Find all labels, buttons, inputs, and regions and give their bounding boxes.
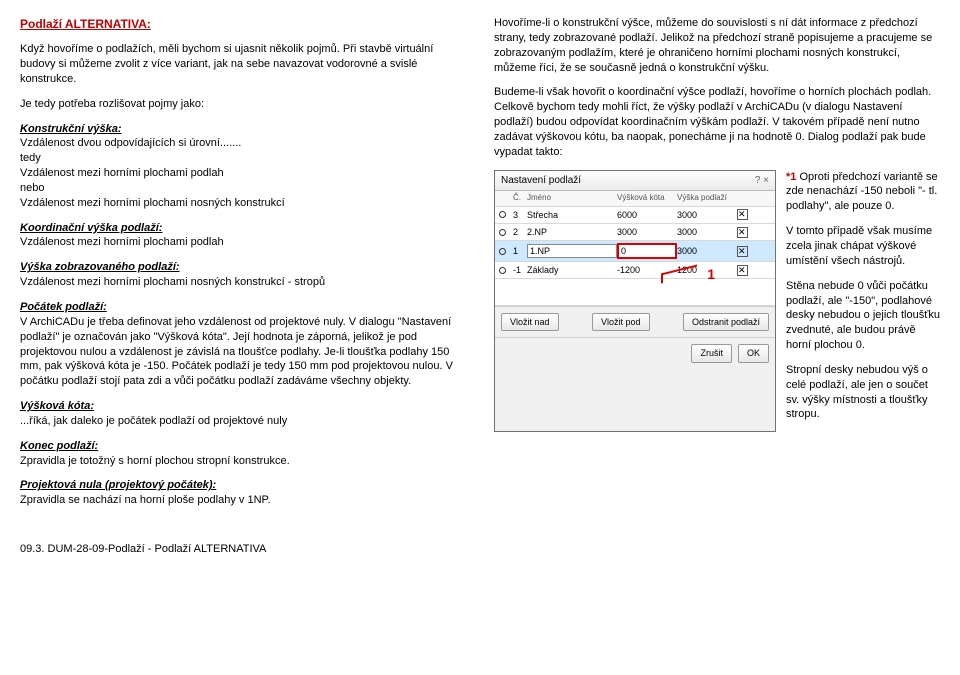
dialog-title-text: Nastavení podlaží [501, 174, 581, 188]
star-ref: *1 [786, 171, 796, 183]
term-heading: Projektová nula (projektový počátek): [20, 479, 216, 491]
text: Vzdálenost dvou odpovídajících si úrovní… [20, 137, 241, 149]
term-heading: Výška zobrazovaného podlaží: [20, 261, 180, 273]
para: Koordinační výška podlaží: Vzdálenost me… [20, 221, 470, 251]
para: Výšková kóta: ...říká, jak daleko je poč… [20, 399, 470, 429]
para: Výška zobrazovaného podlaží: Vzdálenost … [20, 260, 470, 290]
dialog-nastaveni-podlazi: Nastavení podlaží ? × Č. Jméno Výšková k… [494, 170, 776, 433]
cell-num: 2 [513, 226, 527, 238]
term-heading: Výšková kóta: [20, 400, 94, 412]
side-text-block: *1 Oproti předchozí variantě se zde nena… [786, 170, 940, 433]
text: Vzdálenost mezi horními plochami nosných… [20, 197, 285, 209]
close-icon[interactable]: × [763, 175, 769, 186]
para: Stěna nebude 0 vůči počátku podlaží, ale… [786, 279, 940, 353]
table-row[interactable]: 2 2.NP 3000 3000 [495, 224, 775, 241]
delete-floor-button[interactable]: Odstranit podlaží [683, 313, 769, 331]
cell-num: 3 [513, 209, 527, 221]
cell-kota-input-highlighted[interactable]: 0 [617, 243, 677, 259]
cell-kota: 6000 [617, 209, 677, 221]
text: Vzdálenost mezi horními plochami podlah [20, 167, 224, 179]
text: Vzdálenost mezi horními plochami podlah [20, 236, 224, 248]
cell-name: 2.NP [527, 226, 617, 238]
help-icon[interactable]: ? [755, 175, 761, 186]
text: Zpravidla je totožný s horní plochou str… [20, 455, 290, 467]
table-row[interactable]: 3 Střecha 6000 3000 [495, 207, 775, 224]
text: Vzdálenost mezi horními plochami nosných… [20, 276, 325, 288]
text: ...říká, jak daleko je počátek podlaží o… [20, 415, 287, 427]
cell-num: -1 [513, 264, 527, 276]
para: Stropní desky nebudou výš o celé podlaží… [786, 363, 940, 422]
col-num: Č. [513, 193, 527, 204]
footer-text: 09.3. DUM-28-09-Podlaží - Podlaží ALTERN… [20, 542, 940, 557]
term-heading: Konec podlaží: [20, 440, 98, 452]
para: Projektová nula (projektový počátek): Zp… [20, 478, 470, 508]
row-marker-icon [499, 229, 506, 236]
para: Když hovoříme o podlažích, měli bychom s… [20, 42, 470, 87]
checkbox-icon[interactable] [737, 265, 748, 276]
text: nebo [20, 182, 44, 194]
text: tedy [20, 152, 41, 164]
para: *1 Oproti předchozí variantě se zde nena… [786, 170, 940, 215]
para: Je tedy potřeba rozlišovat pojmy jako: [20, 97, 470, 112]
para: Konec podlaží: Zpravidla je totožný s ho… [20, 439, 470, 469]
cell-name-input[interactable]: 1.NP [527, 244, 617, 258]
col-kota: Výšková kóta [617, 193, 677, 204]
row-marker-icon [499, 248, 506, 255]
dialog-button-row-bottom: Zrušit OK [495, 337, 775, 368]
cell-vyska: 3000 [677, 245, 737, 257]
term-heading: Počátek podlaží: [20, 301, 107, 313]
right-column: Hovoříme-li o konstrukční výšce, můžeme … [494, 16, 940, 518]
text: V ArchiCADu je třeba definovat jeho vzdá… [20, 316, 453, 387]
insert-below-button[interactable]: Vložit pod [592, 313, 650, 331]
dialog-titlebar: Nastavení podlaží ? × [495, 171, 775, 192]
table-row[interactable]: -1 Základy -1200 1200 [495, 262, 775, 279]
left-column: Podlaží ALTERNATIVA: Když hovoříme o pod… [20, 16, 470, 518]
para: Budeme-li však hovořit o koordinační výš… [494, 85, 940, 159]
table-row-selected[interactable]: 1 1.NP 0 3000 [495, 241, 775, 262]
para: Počátek podlaží: V ArchiCADu je třeba de… [20, 300, 470, 389]
dialog-button-row: Vložit nad Vložit pod Odstranit podlaží [495, 306, 775, 337]
term-heading: Koordinační výška podlaží: [20, 222, 162, 234]
col-vyska: Výška podlaží [677, 193, 737, 204]
cell-name: Střecha [527, 209, 617, 221]
para: Hovoříme-li o konstrukční výšce, můžeme … [494, 16, 940, 75]
checkbox-icon[interactable] [737, 209, 748, 220]
cell-kota: 3000 [617, 226, 677, 238]
cell-num: 1 [513, 245, 527, 257]
annotation-1: 1 [707, 265, 715, 284]
row-marker-icon [499, 267, 506, 274]
para: Konstrukční výška: Vzdálenost dvou odpov… [20, 122, 470, 211]
checkbox-icon[interactable] [737, 227, 748, 238]
cancel-button[interactable]: Zrušit [691, 344, 732, 362]
ok-button[interactable]: OK [738, 344, 769, 362]
insert-above-button[interactable]: Vložit nad [501, 313, 559, 331]
checkbox-icon[interactable] [737, 246, 748, 257]
cell-vyska: 3000 [677, 226, 737, 238]
dialog-header-row: Č. Jméno Výšková kóta Výška podlaží [495, 191, 775, 207]
cell-name: Základy [527, 264, 617, 276]
term-heading: Konstrukční výška: [20, 123, 121, 135]
cell-vyska: 3000 [677, 209, 737, 221]
para: V tomto případě však musíme zcela jinak … [786, 224, 940, 269]
text: Oproti předchozí variantě se zde nenachá… [786, 171, 938, 213]
page-title: Podlaží ALTERNATIVA: [20, 16, 470, 32]
text: Zpravidla se nachází na horní ploše podl… [20, 494, 271, 506]
row-marker-icon [499, 211, 506, 218]
col-name: Jméno [527, 193, 617, 204]
